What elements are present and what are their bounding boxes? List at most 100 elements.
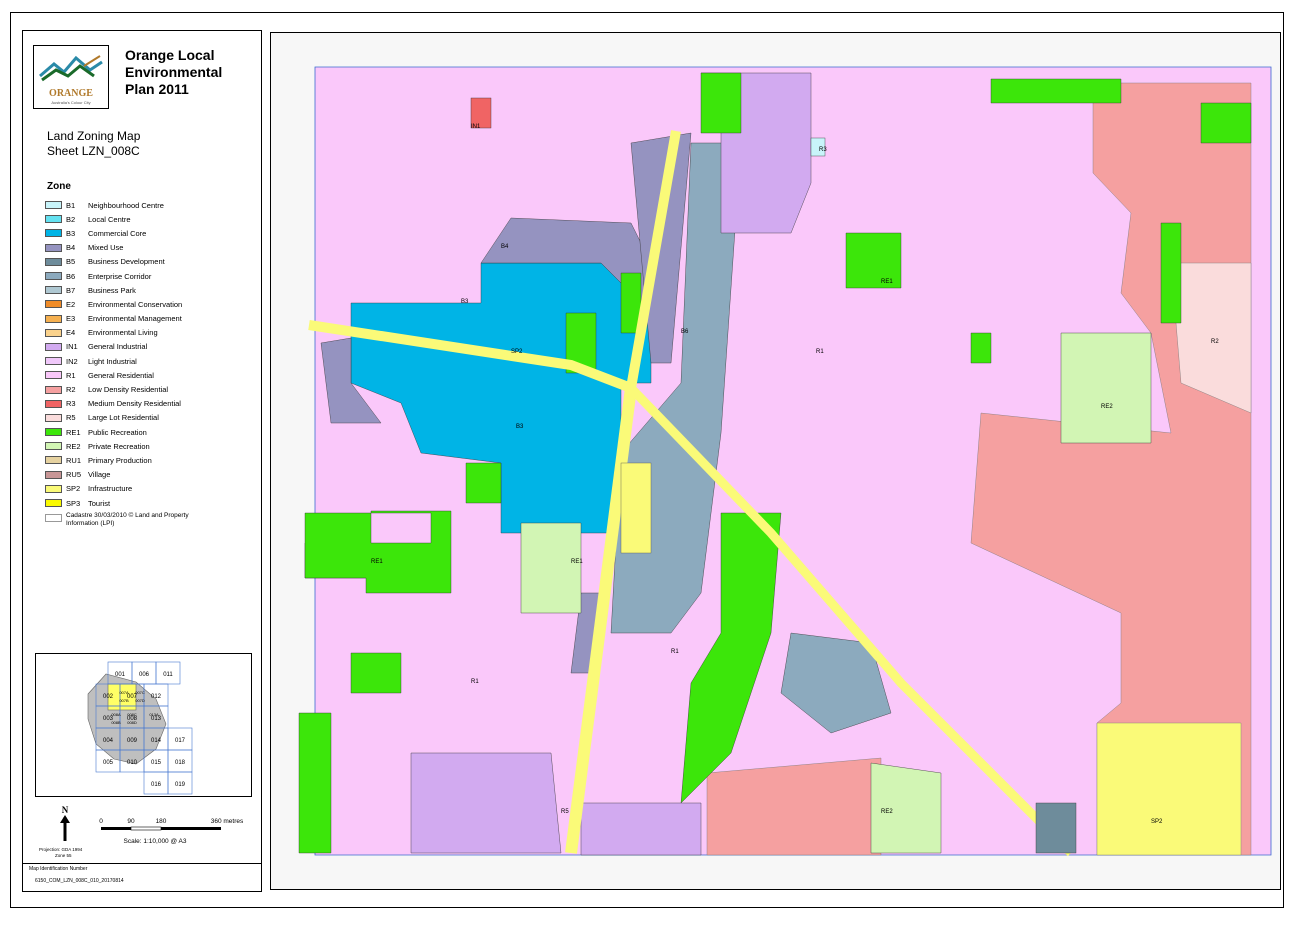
zone-re1-southwest[interactable] (298, 712, 332, 854)
zone-re1-east-strip[interactable] (1160, 222, 1182, 324)
legend-row-ru5: RU5 Village (45, 468, 182, 482)
legend-swatch-b5 (45, 257, 62, 266)
legend-swatch-e2 (45, 300, 62, 309)
legend-code: B2 (66, 214, 76, 224)
zone-in1-south[interactable] (410, 752, 562, 854)
legend-row-r5: R5 Large Lot Residential (45, 411, 182, 425)
legend-code: B7 (66, 285, 76, 295)
index-sheet-label: 012 (151, 694, 162, 700)
zone-r2-south[interactable] (706, 757, 882, 856)
legend-row-in1: IN1 General Industrial (45, 340, 182, 354)
zone-label: B3 (516, 424, 524, 430)
scale-tick-360: 360 metres (211, 818, 244, 825)
index-sheet-label: 011 (163, 672, 173, 678)
legend-code: RU1 (66, 455, 82, 465)
legend-name: Public Recreation (88, 427, 147, 437)
legend-name: Enterprise Corridor (88, 271, 152, 281)
zone-label: R1 (471, 679, 479, 685)
legend-code: R1 (66, 370, 76, 380)
legend-name: Local Centre (88, 214, 131, 224)
index-sheet-label: 005 (103, 760, 114, 766)
zone-label: R3 (819, 147, 827, 153)
zone-re1-north-strip[interactable] (990, 78, 1122, 104)
index-sheet-label: 004 (103, 738, 114, 744)
legend-code: E3 (66, 314, 76, 324)
legend-row-b6: B6 Enterprise Corridor (45, 269, 182, 283)
map-id: 6150_COM_LZN_008C_010_20170814 (35, 878, 124, 884)
index-sheet-label: 006 (139, 672, 150, 678)
legend-swatch-b3 (45, 229, 62, 238)
zone-label: RE2 (1101, 404, 1113, 410)
index-subsheet-label: 007B (119, 698, 129, 703)
legend-code: SP2 (66, 484, 81, 494)
scale-bar-area: N 0 90 180 360 metres Scale: 1:10,000 @ … (35, 803, 250, 861)
legend-name: Commercial Core (88, 228, 147, 238)
zone-label: RE1 (571, 559, 583, 565)
cadastre-legend: Cadastre 30/03/2010 © Land and Property … (45, 512, 189, 528)
index-subsheet-label: 008A (111, 712, 121, 717)
map-subtitle: Land Zoning Map Sheet LZN_008C (47, 129, 140, 159)
index-map: 001 006 011 002 007 012 003 008 013 004 009 014 017 0… (35, 653, 252, 797)
legend-name: Environmental Management (88, 314, 182, 324)
legend-panel: ORANGE Australia's Colour City Orange Lo… (22, 30, 262, 892)
zone-re1-northwest[interactable] (700, 72, 742, 134)
legend-code: IN1 (66, 342, 78, 352)
legend-row-in2: IN2 Light Industrial (45, 354, 182, 368)
sheet-number: Sheet LZN_008C (47, 144, 140, 158)
legend-swatch-in1 (45, 342, 62, 351)
legend-swatch-e4 (45, 328, 62, 337)
zone-label: RE1 (881, 279, 893, 285)
scale-tick-0: 0 (99, 818, 103, 825)
legend-row-sp3: SP3 Tourist (45, 496, 182, 510)
legend-swatch-re1 (45, 428, 62, 437)
zone-re1-central[interactable] (465, 462, 502, 504)
map-type: Land Zoning Map (47, 129, 141, 143)
zone-sp2-station[interactable] (620, 462, 652, 554)
scale-tick-90: 90 (127, 818, 135, 825)
legend-name: Light Industrial (88, 356, 137, 366)
zone-re1-north-park[interactable] (845, 232, 902, 289)
legend-name: Low Density Residential (88, 385, 169, 395)
legend-swatch-e3 (45, 314, 62, 323)
zone-re2-east[interactable] (1060, 332, 1152, 444)
zone-sp2-southeast[interactable] (1096, 722, 1242, 856)
projection-label: Projection: GDA 1994 (39, 847, 83, 852)
logo-text: ORANGE (49, 88, 93, 99)
legend-swatch-r5 (45, 413, 62, 422)
index-sheet-label: 010 (127, 760, 138, 766)
legend-code: B3 (66, 228, 76, 238)
zoning-map[interactable]: R1 R1 R1 B3 B3 B4 B6 SP2 SP2 RE1 RE1 RE2 R2 R5 IN1 R3 RE… (270, 32, 1281, 890)
zoning-map-canvas[interactable]: R1 R1 R1 B3 B3 B4 B6 SP2 SP2 RE1 RE1 RE2 R2 R5 IN1 R3 RE… (271, 33, 1281, 890)
index-subsheet-label: 007C (135, 690, 145, 695)
legend-code: SP3 (66, 498, 81, 508)
legend-swatch-b2 (45, 215, 62, 224)
zone-re1-east-small[interactable] (970, 332, 992, 364)
legend-row-b3: B3 Commercial Core (45, 226, 182, 240)
zone-label: R1 (816, 349, 824, 355)
plan-title-line3: Plan 2011 (125, 81, 189, 97)
cadastre-line1: Cadastre 30/03/2010 © Land and Property (66, 512, 189, 519)
index-sheet-label: 014 (151, 738, 162, 744)
index-sheet-label: 016 (151, 782, 162, 788)
legend-row-e4: E4 Environmental Living (45, 326, 182, 340)
legend-row-r2: R2 Low Density Residential (45, 382, 182, 396)
zone-re1-northeast[interactable] (1200, 102, 1252, 144)
index-sheet-label: 001 (115, 672, 126, 678)
legend-row-b7: B7 Business Park (45, 283, 182, 297)
zone-b5[interactable] (1035, 802, 1077, 854)
index-sheet-label: 019 (175, 782, 186, 788)
legend-row-e2: E2 Environmental Conservation (45, 297, 182, 311)
zone-label: R5 (561, 809, 569, 815)
legend-swatch-r2 (45, 385, 62, 394)
zone-in1-southcentre[interactable] (580, 802, 702, 856)
legend-name: Village (88, 470, 111, 480)
index-subsheet-label: 008D (127, 720, 137, 725)
legend-row-e3: E3 Environmental Management (45, 312, 182, 326)
legend-row-r3: R3 Medium Density Residential (45, 397, 182, 411)
legend-row-re1: RE1 Public Recreation (45, 425, 182, 439)
zone-re2-south[interactable] (870, 762, 942, 854)
zone-re2-central[interactable] (520, 522, 582, 614)
legend-swatch-re2 (45, 442, 62, 451)
legend-row-b5: B5 Business Development (45, 255, 182, 269)
zone-re1-southwest-2[interactable] (350, 652, 402, 694)
